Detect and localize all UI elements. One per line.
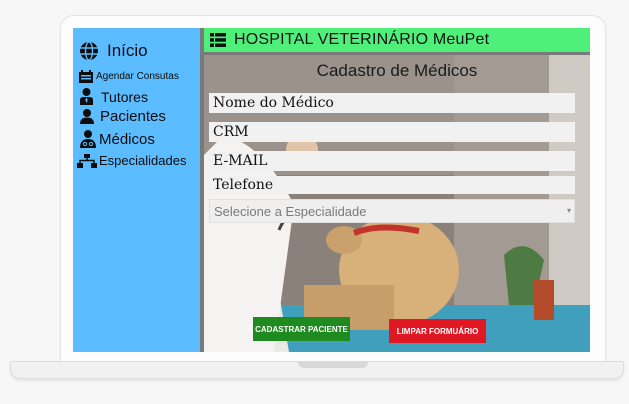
sidebar-item-inicio[interactable]: Início: [79, 41, 148, 61]
sidebar-item-label: Tutores: [101, 88, 148, 105]
sidebar-item-label: Médicos: [99, 130, 155, 148]
sidebar: Início Agendar Consutas Tutores Paciente…: [73, 28, 200, 352]
doctor-icon: [80, 130, 96, 148]
phone-field[interactable]: [209, 176, 575, 194]
sitemap-icon: [77, 153, 97, 168]
app-header: HOSPITAL VETERINÁRIO MeuPet: [204, 28, 590, 52]
email-field[interactable]: [209, 151, 575, 171]
page-title: HOSPITAL VETERINÁRIO MeuPet: [234, 31, 490, 48]
user-icon: [80, 109, 94, 124]
crm-field[interactable]: [209, 122, 575, 142]
specialty-select[interactable]: Selecione a Especialidade ▾: [209, 199, 575, 223]
specialty-select-value: Selecione a Especialidade: [214, 203, 367, 219]
sidebar-item-medicos[interactable]: Médicos: [80, 130, 155, 148]
submit-button[interactable]: CADASTRAR PACIENTE: [253, 317, 350, 341]
sidebar-item-label: Especialidades: [99, 153, 187, 168]
list-icon: [210, 33, 226, 47]
user-tie-icon: [80, 88, 93, 105]
sidebar-item-label: Início: [107, 41, 148, 60]
clear-form-button[interactable]: LIMPAR FORMUÁRIO: [389, 319, 486, 343]
globe-icon: [80, 41, 98, 61]
form-title: Cadastro de Médicos: [316, 61, 478, 80]
sidebar-item-pacientes[interactable]: Pacientes: [80, 108, 166, 125]
laptop-notch: [298, 362, 368, 368]
sidebar-item-tutores[interactable]: Tutores: [80, 88, 148, 105]
chevron-down-icon: ▾: [566, 206, 571, 215]
sidebar-item-label: Pacientes: [100, 108, 166, 125]
sidebar-item-agendar-consultas[interactable]: Agendar Consutas: [79, 70, 179, 83]
laptop-base: [10, 361, 624, 379]
sidebar-item-especialidades[interactable]: Especialidades: [77, 153, 186, 168]
sidebar-item-label: Agendar Consutas: [96, 71, 179, 82]
app-window: Início Agendar Consutas Tutores Paciente…: [73, 28, 590, 352]
doctor-name-field[interactable]: [209, 93, 575, 113]
form-panel: Cadastro de Médicos Selecione a Especial…: [204, 55, 590, 352]
calendar-icon: [79, 70, 93, 83]
